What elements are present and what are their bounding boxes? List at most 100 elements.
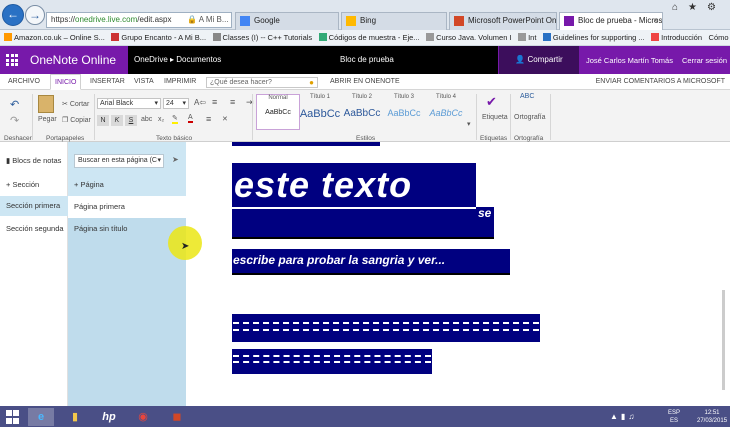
tab-insertar[interactable]: INSERTAR: [90, 74, 125, 90]
feedback-link[interactable]: ENVIAR COMENTARIOS A MICROSOFT: [596, 74, 725, 90]
ribbon: ↶ ↷ Deshacer Pegar ✂ Cortar ❐ Copiar Por…: [0, 90, 730, 142]
style-titulo-2[interactable]: Título 2 AaBbCc: [340, 94, 384, 130]
tab-vista[interactable]: VISTA: [134, 74, 154, 90]
favorite-link[interactable]: Introducción: [651, 30, 702, 45]
favorite-link[interactable]: Classes (I) -- C++ Tutorials: [212, 30, 312, 45]
back-icon[interactable]: ←: [2, 4, 24, 26]
clear-icon[interactable]: ✕: [222, 115, 228, 123]
dashed-line-block[interactable]: [232, 349, 432, 374]
favorite-link[interactable]: Cómo crear...: [709, 30, 730, 45]
spelling-icon[interactable]: ABC: [520, 93, 534, 100]
internet-explorer-icon[interactable]: e: [28, 408, 54, 426]
bold-button[interactable]: N: [97, 115, 109, 126]
clock[interactable]: 12:51 27/03/2015: [697, 409, 727, 425]
paste-icon[interactable]: [38, 95, 54, 113]
close-tab-icon[interactable]: ×: [653, 13, 658, 29]
favorite-link[interactable]: Códigos de muestra - Eje...: [318, 30, 420, 45]
paste-button[interactable]: Pegar: [38, 116, 57, 123]
tag-button[interactable]: Etiqueta: [482, 114, 508, 121]
tell-me-input[interactable]: ¿Qué desea hacer? ●: [206, 77, 318, 88]
favorite-link[interactable]: Guidelines for supporting ...: [542, 30, 645, 45]
document-title: Bloc de prueba: [340, 55, 394, 64]
favorite-link[interactable]: Int: [518, 30, 536, 45]
copy-button[interactable]: ❐ Copiar: [62, 116, 91, 124]
section-item[interactable]: Sección primera: [0, 196, 68, 216]
page-item[interactable]: Página primera: [68, 196, 186, 218]
add-page-button[interactable]: + Página: [68, 174, 186, 196]
spelling-button[interactable]: Ortografía: [514, 114, 546, 121]
bing-icon: [346, 16, 356, 26]
style-titulo-1[interactable]: Título 1 AaBbCc: [298, 94, 342, 130]
styles-group-label: Estilos: [356, 135, 376, 142]
undo-icon[interactable]: ↶: [10, 98, 19, 111]
text-highlight: [232, 142, 380, 146]
bookmark-icon: [318, 33, 327, 41]
system-tray[interactable]: ▲▮♫: [610, 412, 637, 421]
open-in-onenote-link[interactable]: ABRIR EN ONENOTE: [330, 74, 400, 90]
styles-more-icon[interactable]: ▾: [467, 120, 471, 128]
app-name[interactable]: OneNote Online: [30, 53, 116, 67]
chrome-icon[interactable]: ◉: [130, 408, 156, 426]
strikethrough-icon[interactable]: abc: [141, 116, 152, 123]
google-icon: [240, 16, 250, 26]
body-text-line[interactable]: escribe para probar la sangria y ver...: [232, 249, 510, 275]
add-section-button[interactable]: + Sección: [0, 180, 68, 189]
tab-bing[interactable]: Bing: [341, 12, 447, 30]
subscript-icon[interactable]: x₂: [158, 116, 164, 123]
style-titulo-3[interactable]: Título 3 AaBbCc: [382, 94, 426, 130]
style-titulo-4[interactable]: Título 4 AaBbCc: [424, 94, 468, 130]
underline-button[interactable]: S: [125, 115, 137, 126]
align-icon[interactable]: ≡: [206, 114, 211, 124]
dashed-line-block[interactable]: [232, 314, 540, 342]
address-bar[interactable]: https://onedrive.live.com/edit.aspx 🔒 A …: [46, 12, 232, 28]
tab-archivo[interactable]: ARCHIVO: [8, 74, 40, 90]
numbering-icon[interactable]: ≡: [230, 97, 235, 107]
notebooks-button[interactable]: ▮ Blocs de notas: [0, 156, 68, 165]
window-controls[interactable]: ⌂★⚙: [672, 2, 726, 13]
language-indicator[interactable]: ESP ES: [668, 409, 680, 425]
app-launcher-icon[interactable]: [6, 54, 18, 66]
highlight-icon[interactable]: ✎: [172, 114, 178, 124]
tab-powerpoint[interactable]: Microsoft PowerPoint Online -: [449, 12, 557, 30]
file-explorer-icon[interactable]: ▮: [62, 408, 88, 426]
favorite-link[interactable]: Curso Java. Volumen I: [426, 30, 512, 45]
dash-rule: [233, 355, 431, 357]
pages-pane: Buscar en esta página (C ▾ ➤ + Página Pág…: [68, 142, 186, 406]
onenote-header: OneNote Online OneDrive ▸ Documentos Blo…: [0, 46, 730, 74]
tab-imprimir[interactable]: IMPRIMIR: [164, 74, 196, 90]
cut-button[interactable]: ✂ Cortar: [62, 100, 89, 108]
undo-group-label: Deshacer: [4, 135, 32, 142]
big-text[interactable]: este texto: [232, 163, 476, 209]
dash-rule: [233, 329, 539, 331]
style-normal[interactable]: Normal AaBbCc: [256, 94, 300, 130]
section-item[interactable]: Sección segunda: [0, 224, 68, 233]
canvas-scrollbar[interactable]: [722, 290, 725, 390]
windows-start-icon[interactable]: [6, 410, 20, 424]
tab-inicio[interactable]: INICIO: [50, 74, 82, 90]
favorite-link[interactable]: Amazon.co.uk – Online S...: [4, 30, 105, 45]
tag-icon[interactable]: ✔: [486, 94, 497, 110]
user-name[interactable]: José Carlos Martín Tomás: [586, 56, 673, 65]
breadcrumb-onedrive[interactable]: OneDrive: [134, 55, 168, 64]
clear-format-icon[interactable]: A⇦: [194, 98, 206, 107]
powerpoint-taskbar-icon[interactable]: ◼: [164, 408, 190, 426]
hp-icon[interactable]: hp: [96, 408, 122, 426]
forward-icon[interactable]: →: [25, 5, 45, 25]
bullets-icon[interactable]: ≡: [212, 97, 217, 107]
font-color-icon[interactable]: A: [188, 114, 193, 123]
pin-icon[interactable]: ➤: [172, 155, 179, 164]
tab-bloc-de-prueba[interactable]: Bloc de prueba - Microsoft ... ×: [559, 12, 663, 30]
font-name-select[interactable]: Arial Black ▾: [97, 98, 161, 109]
se-text[interactable]: se: [478, 206, 491, 220]
font-size-select[interactable]: 24 ▾: [163, 98, 189, 109]
italic-button[interactable]: K: [111, 115, 123, 126]
search-input[interactable]: Buscar en esta página (C ▾: [74, 154, 164, 168]
onenote-icon: [564, 16, 574, 26]
sign-out-link[interactable]: Cerrar sesión: [682, 56, 727, 65]
redo-icon[interactable]: ↷: [10, 114, 19, 127]
tab-google[interactable]: Google: [235, 12, 339, 30]
breadcrumb-documentos[interactable]: Documentos: [176, 55, 221, 64]
favorite-link[interactable]: Grupo Encanto - A Mi B...: [111, 30, 206, 45]
breadcrumb: OneDrive ▸ Documentos: [134, 55, 221, 64]
share-button[interactable]: 👤 Compartir: [499, 46, 579, 74]
